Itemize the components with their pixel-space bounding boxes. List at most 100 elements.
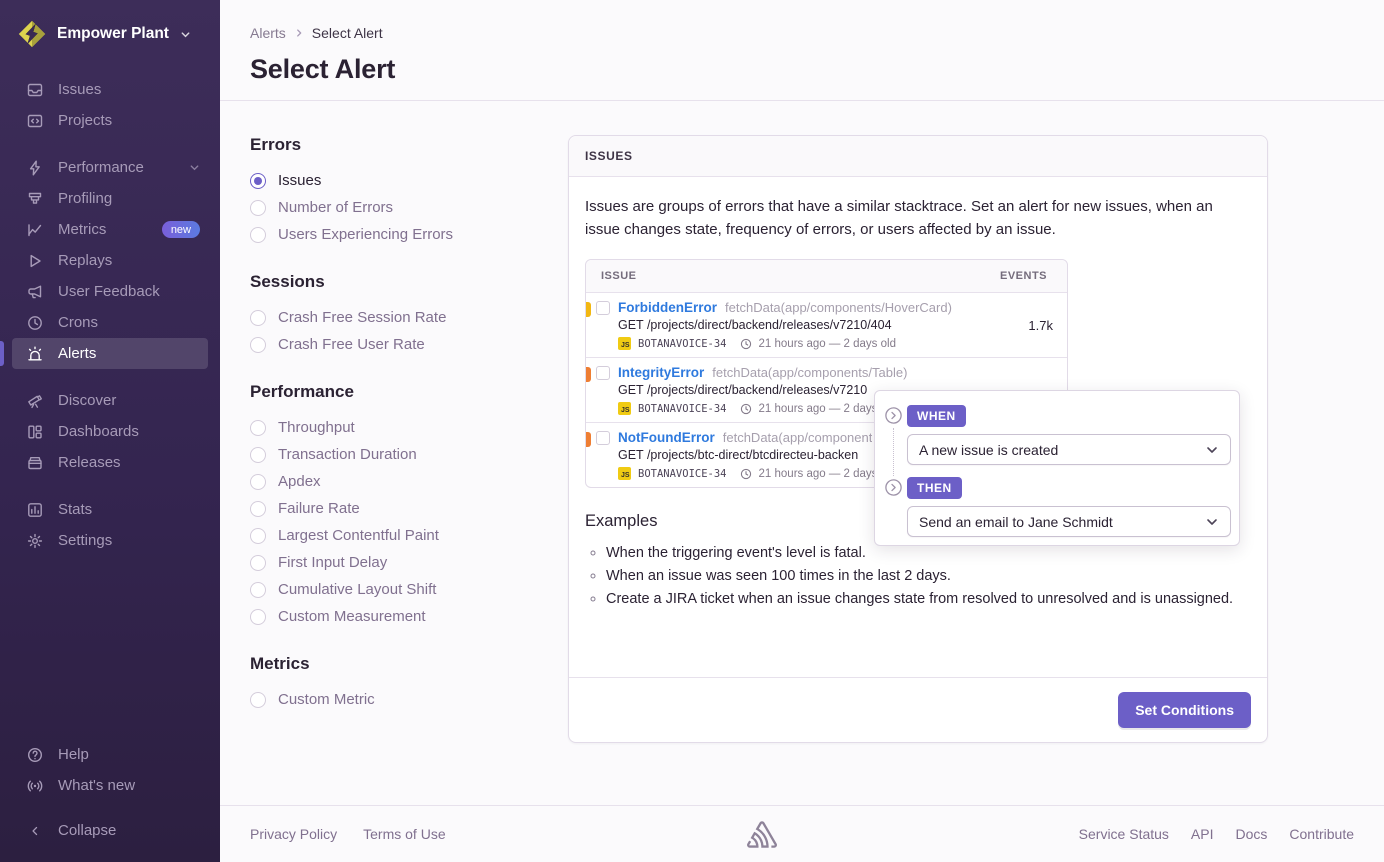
radio-icon[interactable] [250,447,266,463]
issue-checkbox[interactable] [596,366,610,380]
metrics-icon [26,221,44,239]
radio-icon[interactable] [250,528,266,544]
alert-type-option-transaction-duration[interactable]: Transaction Duration [250,441,568,468]
radio-icon[interactable] [250,337,266,353]
alert-type-option-custom-metric[interactable]: Custom Metric [250,686,568,713]
radio-icon[interactable] [250,501,266,517]
issues-panel: ISSUES Issues are groups of errors that … [568,135,1268,743]
alert-type-group-metrics: Metrics Custom Metric [250,654,568,713]
sidebar-group-insights: Performance Profiling Metrics new [0,152,220,369]
alert-type-option-cumulative-layout-shift[interactable]: Cumulative Layout Shift [250,576,568,603]
alert-type-group-performance: Performance Throughput Transaction Durat… [250,382,568,630]
radio-icon[interactable] [250,227,266,243]
when-condition-select[interactable]: A new issue is created [907,434,1231,465]
alert-type-list: Errors Issues Number of Errors Users Exp… [250,135,568,805]
step-connector-line [893,428,894,476]
sidebar-item-profiling[interactable]: Profiling [12,183,208,214]
issue-row[interactable]: ForbiddenError fetchData(app/components/… [586,293,1067,358]
chevron-down-icon [1205,515,1219,529]
alert-type-option-issues[interactable]: Issues [250,167,568,194]
radio-selected-icon[interactable] [250,173,266,189]
radio-icon[interactable] [250,609,266,625]
radio-icon[interactable] [250,420,266,436]
radio-icon[interactable] [250,310,266,326]
sidebar-collapse-button[interactable]: Collapse [12,815,208,846]
alert-type-option-users-experiencing-errors[interactable]: Users Experiencing Errors [250,221,568,248]
sidebar-item-stats[interactable]: Stats [12,494,208,525]
sidebar-item-help[interactable]: Help [12,739,208,770]
issues-icon [26,81,44,99]
group-heading: Sessions [250,272,568,292]
projects-icon [26,112,44,130]
group-heading: Errors [250,135,568,155]
alert-type-option-crash-free-user-rate[interactable]: Crash Free User Rate [250,331,568,358]
sidebar-item-discover[interactable]: Discover [12,385,208,416]
help-icon [26,746,44,764]
docs-link[interactable]: Docs [1236,826,1268,842]
user-feedback-icon [26,283,44,301]
breadcrumb: Alerts Select Alert [250,25,1354,41]
panel-footer: Set Conditions [569,677,1267,742]
sidebar-item-metrics[interactable]: Metrics new [12,214,208,245]
stats-icon [26,501,44,519]
alert-rule-popup: WHEN A new issue is created THEN Send an… [874,390,1240,546]
issue-culprit: fetchData(app/component [723,430,873,445]
alert-type-option-number-of-errors[interactable]: Number of Errors [250,194,568,221]
radio-icon[interactable] [250,692,266,708]
sidebar-footer: Help What's new Collapse [0,739,220,852]
dashboards-icon [26,423,44,441]
privacy-policy-link[interactable]: Privacy Policy [250,826,337,842]
alert-type-option-failure-rate[interactable]: Failure Rate [250,495,568,522]
issue-table-header: ISSUE EVENTS [586,260,1067,293]
page-footer: Privacy Policy Terms of Use Service Stat… [220,805,1384,862]
alert-type-option-throughput[interactable]: Throughput [250,414,568,441]
sidebar-item-settings[interactable]: Settings [12,525,208,556]
terms-of-use-link[interactable]: Terms of Use [363,826,445,842]
alert-type-option-largest-contentful-paint[interactable]: Largest Contentful Paint [250,522,568,549]
sidebar-item-whats-new[interactable]: What's new [12,770,208,801]
sidebar-item-issues[interactable]: Issues [12,74,208,105]
radio-icon[interactable] [250,474,266,490]
radio-icon[interactable] [250,555,266,571]
issue-title-link[interactable]: IntegrityError [618,365,704,380]
issue-short-id: BOTANAVOICE-34 [638,338,727,350]
panel-header: ISSUES [569,136,1267,177]
service-status-link[interactable]: Service Status [1079,826,1169,842]
sidebar-item-releases[interactable]: Releases [12,447,208,478]
then-action-select[interactable]: Send an email to Jane Schmidt [907,506,1231,537]
sidebar-group-main: Issues Projects [0,74,220,136]
sidebar-item-replays[interactable]: Replays [12,245,208,276]
chevron-down-icon [1205,443,1219,457]
issue-checkbox[interactable] [596,301,610,315]
breadcrumb-alerts-link[interactable]: Alerts [250,25,286,41]
alert-type-option-crash-free-session-rate[interactable]: Crash Free Session Rate [250,304,568,331]
then-badge: THEN [907,477,962,499]
radio-icon[interactable] [250,200,266,216]
alert-type-option-first-input-delay[interactable]: First Input Delay [250,549,568,576]
chevron-circle-icon [884,478,903,497]
issue-title-link[interactable]: NotFoundError [618,430,715,445]
sidebar-item-projects[interactable]: Projects [12,105,208,136]
alert-type-option-custom-measurement[interactable]: Custom Measurement [250,603,568,630]
alert-type-option-apdex[interactable]: Apdex [250,468,568,495]
set-conditions-button[interactable]: Set Conditions [1118,692,1251,728]
sidebar-item-alerts[interactable]: Alerts [12,338,208,369]
sidebar-item-performance[interactable]: Performance [12,152,208,183]
examples-list: When the triggering event's level is fat… [588,542,1251,612]
radio-icon[interactable] [250,582,266,598]
alert-type-group-sessions: Sessions Crash Free Session Rate Crash F… [250,272,568,358]
api-link[interactable]: API [1191,826,1214,842]
sidebar-item-crons[interactable]: Crons [12,307,208,338]
javascript-platform-icon: JS [618,337,631,350]
issue-short-id: BOTANAVOICE-34 [638,468,727,480]
sidebar-item-dashboards[interactable]: Dashboards [12,416,208,447]
org-switcher[interactable]: Empower Plant [0,10,220,74]
sidebar-item-user-feedback[interactable]: User Feedback [12,276,208,307]
issue-title-link[interactable]: ForbiddenError [618,300,717,315]
contribute-link[interactable]: Contribute [1289,826,1354,842]
app-window: Empower Plant Issues Projects [0,0,1384,862]
org-logo-icon [16,18,48,50]
discover-icon [26,392,44,410]
issue-checkbox[interactable] [596,431,610,445]
javascript-platform-icon: JS [618,467,631,480]
